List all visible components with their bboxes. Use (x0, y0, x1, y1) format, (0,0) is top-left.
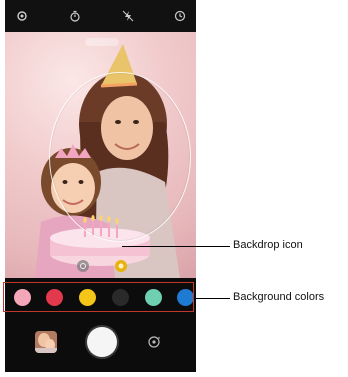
settings-icon[interactable] (15, 9, 29, 23)
mode-toggle-icon[interactable] (77, 260, 89, 272)
gallery-thumbnail[interactable] (35, 331, 57, 353)
camera-top-bar (5, 0, 196, 32)
camera-app-screen (5, 0, 196, 372)
backdrop-icon[interactable] (115, 260, 127, 272)
backdrop-callout-line (122, 246, 230, 247)
background-colors-highlight (3, 282, 194, 312)
camera-bottom-bar (5, 318, 196, 372)
camera-preview[interactable] (5, 32, 196, 278)
switch-camera-icon[interactable] (145, 333, 163, 351)
flash-off-icon[interactable] (121, 9, 135, 23)
timer-icon[interactable] (173, 9, 187, 23)
background-colors-callout-line (194, 298, 230, 299)
mode-badge (85, 38, 119, 46)
background-colors-callout: Background colors (233, 291, 325, 303)
shutter-button[interactable] (87, 327, 117, 357)
timer-off-icon[interactable] (68, 9, 82, 23)
face-guide-oval (49, 72, 191, 242)
backdrop-icon-callout: Backdrop icon (233, 239, 303, 251)
